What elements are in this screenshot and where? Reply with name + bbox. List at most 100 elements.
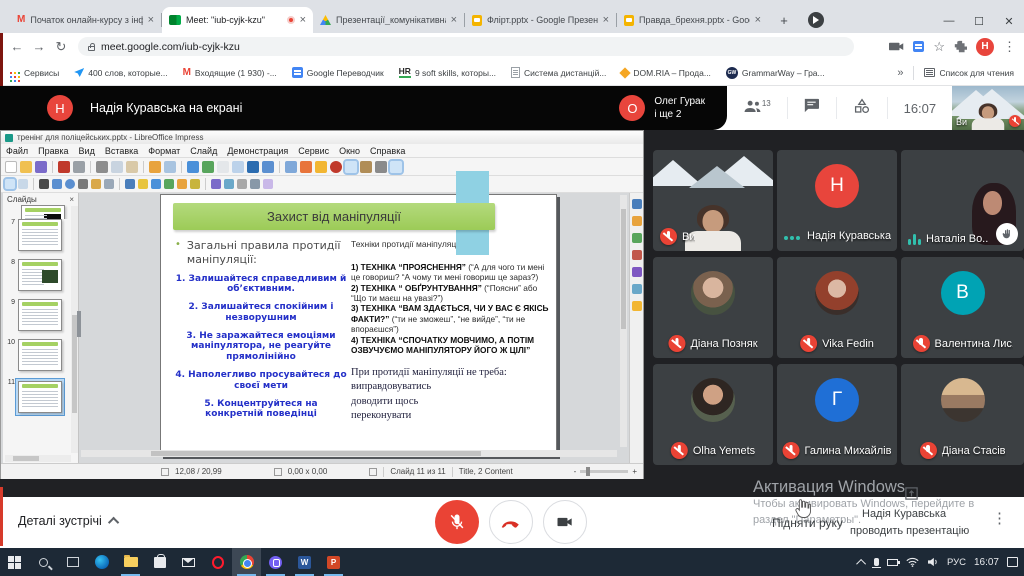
insert-image-icon[interactable] <box>300 161 312 173</box>
action-center-icon[interactable] <box>1007 557 1018 567</box>
tile-valentyna[interactable]: В Валентина Лис... <box>901 257 1024 358</box>
bookmark-400-words[interactable]: 400 слов, которые... <box>74 68 167 78</box>
redo-icon[interactable] <box>164 161 176 173</box>
tile-self[interactable]: Ви <box>653 150 773 251</box>
tray-expand-icon[interactable] <box>856 558 866 568</box>
tile-olha-yemets[interactable]: Olha Yemets <box>653 364 773 465</box>
reading-list-button[interactable]: Список для чтения <box>924 68 1014 78</box>
taskbar-chrome-active[interactable] <box>232 548 261 576</box>
start-slideshow-icon[interactable] <box>262 161 274 173</box>
tab-close-icon[interactable]: × <box>603 15 609 26</box>
wifi-icon[interactable] <box>906 557 919 567</box>
bookmark-translate[interactable]: Google Переводчик <box>292 67 384 78</box>
window-maximize-button[interactable]: ☐ <box>964 9 994 33</box>
translate-icon[interactable] <box>913 41 924 52</box>
gallery-icon[interactable] <box>315 161 327 173</box>
tray-mic-icon[interactable] <box>874 558 879 566</box>
bookmark-domria[interactable]: DOM.RIA – Прода... <box>621 68 711 78</box>
tile-diana-stasiv[interactable]: Діана Стасів <box>901 364 1024 465</box>
menu-insert[interactable]: Вставка <box>100 146 143 156</box>
slide-canvas[interactable]: Захист від маніпуляції •Загальні правила… <box>160 194 557 456</box>
back-icon[interactable]: ← <box>6 39 28 54</box>
taskbar-search-button[interactable] <box>29 548 58 576</box>
tile-nadiia[interactable]: Н Надія Куравська <box>777 150 897 251</box>
tile-halyna[interactable]: Г Галина Михайлів <box>777 364 897 465</box>
block-arrows-icon[interactable] <box>151 179 161 189</box>
new-tab-button[interactable]: + <box>774 10 794 30</box>
bookmark-grammarway[interactable]: GWGrammarWay – Гра... <box>726 67 825 79</box>
slides-panel-close-icon[interactable]: × <box>69 195 74 204</box>
menu-file[interactable]: Файл <box>1 146 33 156</box>
window-close-button[interactable]: ✕ <box>994 9 1024 33</box>
taskbar-viber[interactable] <box>261 548 290 576</box>
menu-slide[interactable]: Слайд <box>185 146 222 156</box>
canvas-vscrollbar[interactable] <box>620 195 627 447</box>
meeting-details-button[interactable]: Деталі зустрічі <box>18 514 119 528</box>
shadow-icon[interactable] <box>263 179 273 189</box>
sidebar-gallery-icon[interactable] <box>632 284 642 294</box>
browser-tab-gmail[interactable]: M Початок онлайн-курсу з інф × <box>10 7 161 33</box>
zoom-tool-icon[interactable] <box>18 179 28 189</box>
menu-edit[interactable]: Правка <box>33 146 73 156</box>
battery-icon[interactable] <box>887 559 898 566</box>
camera-toggle-button[interactable] <box>543 500 587 544</box>
browser-tab-slides-2[interactable]: Правда_брехня.pptx - Goog × <box>617 7 768 33</box>
bookmarks-overflow-icon[interactable]: » <box>897 67 903 79</box>
callouts-icon[interactable] <box>177 179 187 189</box>
task-view-button[interactable] <box>58 548 87 576</box>
print-icon[interactable] <box>73 161 85 173</box>
line-tool-icon[interactable] <box>39 179 49 189</box>
start-button[interactable] <box>0 548 29 576</box>
taskbar-opera[interactable] <box>203 548 232 576</box>
zoom-out-icon[interactable]: - <box>574 467 577 476</box>
rotate-icon[interactable] <box>224 179 234 189</box>
tab-close-icon[interactable]: × <box>148 15 154 26</box>
undo-icon[interactable] <box>149 161 161 173</box>
spelling-icon[interactable] <box>202 161 214 173</box>
self-video-thumbnail[interactable]: Ви <box>952 86 1024 130</box>
open-icon[interactable] <box>20 161 32 173</box>
align-icon[interactable] <box>237 179 247 189</box>
menu-help[interactable]: Справка <box>365 146 410 156</box>
more-options-icon[interactable]: ⋮ <box>992 509 1007 527</box>
chat-button[interactable] <box>803 98 820 118</box>
slide-right-column[interactable]: Техніки протидії маніпуляції: 1) ТЕХНІКА… <box>351 239 549 423</box>
export-pdf-icon[interactable] <box>58 161 70 173</box>
bookmark-soft-skills[interactable]: HR9 soft skills, которы... <box>399 67 496 78</box>
taskbar-mail[interactable] <box>174 548 203 576</box>
slide-thumb-9[interactable]: 9 <box>6 299 78 331</box>
camera-allowed-icon[interactable] <box>889 41 904 52</box>
sidebar-properties-icon[interactable] <box>632 199 642 209</box>
browser-tab-slides-1[interactable]: Флірт.pptx - Google Презент × <box>465 7 616 33</box>
zoom-in-icon[interactable]: + <box>632 467 637 476</box>
reload-icon[interactable]: ↻ <box>50 39 72 55</box>
menu-view[interactable]: Вид <box>74 146 100 156</box>
copy-icon[interactable] <box>111 161 123 173</box>
slide-title-band[interactable]: Захист від маніпуляції <box>173 203 495 230</box>
zoom-slider[interactable] <box>580 470 628 473</box>
sidebar-navigator-icon[interactable] <box>632 301 642 311</box>
extensions-icon[interactable] <box>954 40 967 53</box>
forward-icon[interactable]: → <box>28 39 50 54</box>
slide-left-column[interactable]: •Загальні правила протидії маніпуляції: … <box>175 239 347 420</box>
tab-close-icon[interactable]: × <box>451 15 457 26</box>
browser-tab-drive[interactable]: Презентації_комунікативна × <box>313 7 464 33</box>
slide-thumb-11-selected[interactable]: 11 <box>6 379 78 415</box>
browser-tab-meet-active[interactable]: Meet: "iub-cyjk-kzu" × <box>162 7 313 33</box>
canvas-hscrollbar[interactable] <box>81 450 617 457</box>
tab-close-icon[interactable]: × <box>755 15 761 26</box>
save-icon[interactable] <box>35 161 47 173</box>
menu-tools[interactable]: Сервис <box>293 146 334 156</box>
slide-thumb-partial[interactable] <box>6 205 78 219</box>
language-indicator[interactable]: РУС <box>947 557 966 568</box>
grid-icon[interactable] <box>217 161 229 173</box>
volume-icon[interactable] <box>927 557 939 567</box>
tile-nataliia[interactable]: Наталія Во... <box>901 150 1024 251</box>
browser-menu-icon[interactable]: ⋮ <box>1003 39 1016 55</box>
master-slide-icon[interactable] <box>247 161 259 173</box>
menu-format[interactable]: Формат <box>143 146 185 156</box>
basic-shapes-icon[interactable] <box>125 179 135 189</box>
taskbar-edge[interactable] <box>87 548 116 576</box>
activities-button[interactable] <box>853 98 871 119</box>
arrow-tool-icon[interactable] <box>78 179 88 189</box>
